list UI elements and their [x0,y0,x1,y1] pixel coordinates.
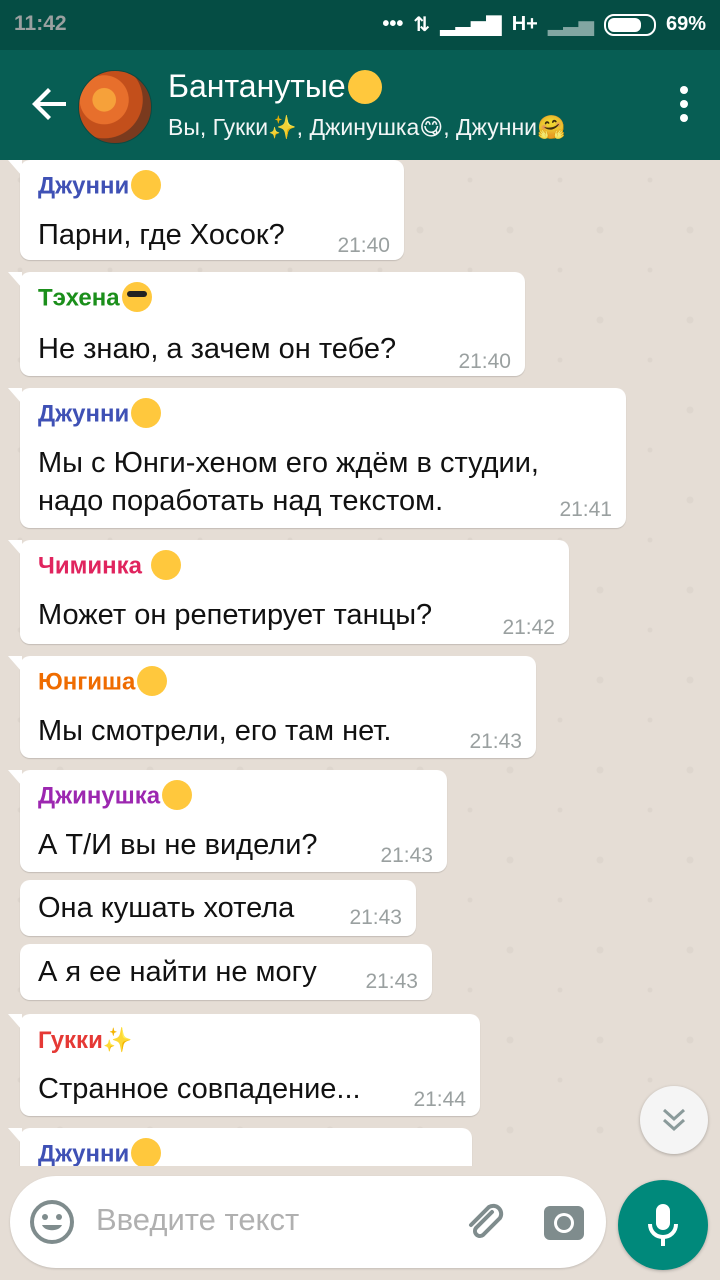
message-sender: Джунни [38,1138,162,1166]
message-text-line-2: надо поработать над текстом. [38,485,444,517]
more-options-icon[interactable] [678,86,690,126]
battery-percent: 69% [665,13,706,35]
scroll-to-bottom-button[interactable] [640,1086,708,1154]
message-bubble[interactable]: Джунни Мы с Юнги-хеном его ждём в студии… [8,388,626,528]
message-text: Странное совпадение... [38,1073,361,1105]
message-text: Не знаю, а зачем он тебе? [38,333,397,365]
signal-2-icon: ▂▃▅ [547,14,594,36]
message-text: Может он репетирует танцы? [38,599,433,631]
voice-message-button[interactable] [618,1180,708,1270]
message-sender: Гукки✨ [38,1027,133,1054]
message-time: 21:40 [337,234,390,257]
smiling-face-icon [150,550,181,580]
message-bubble[interactable]: Джунни [8,1128,472,1166]
heart-eyes-cat-icon [347,69,382,104]
message-sender: Джунни [38,398,162,430]
group-avatar[interactable] [78,70,152,144]
relieved-face-icon [137,666,168,696]
sunglasses-face-icon [121,282,152,312]
message-text-line-1: Мы с Юнги-хеном его ждём в студии, [38,447,539,479]
status-bar: 11:42 ••• ⇅ ▂▃▅▇ H+ ▂▃▅ 69% [0,0,720,50]
microphone-icon [648,1204,678,1246]
message-bubble[interactable]: Джинушка А Т/И вы не видели? 21:43 [8,770,447,872]
signal-icon: ▂▃▅▇ [440,14,502,36]
camera-icon[interactable] [540,1198,588,1246]
message-time: 21:40 [458,350,511,373]
message-input-bar: Введите текст [0,1166,720,1280]
message-text: Мы смотрели, его там нет. [38,715,392,747]
chat-participants[interactable]: Вы, Гукки✨, Джинушка😋, Джунни🤗 [168,114,566,141]
chat-title[interactable]: Бантанутые [168,68,382,106]
battery-fill [607,17,642,32]
dots-icon: ••• [382,13,404,35]
message-time: 21:43 [349,906,402,929]
hugging-face-icon [131,398,162,428]
emoji-icon[interactable] [28,1198,76,1246]
message-text: Она кушать хотела [38,892,295,924]
message-time: 21:41 [559,498,612,521]
message-text: Парни, где Хосок? [38,219,285,251]
message-bubble[interactable]: Она кушать хотела 21:43 [20,880,416,936]
back-arrow-icon[interactable] [26,80,74,128]
message-bubble[interactable]: Гукки✨ Странное совпадение... 21:44 [8,1014,480,1116]
message-sender: Чиминка [38,550,181,582]
hugging-face-icon [131,1138,162,1166]
message-time: 21:44 [413,1088,466,1111]
hugging-face-icon [131,170,162,200]
message-bubble[interactable]: Тэхена Не знаю, а зачем он тебе? 21:40 [8,272,525,376]
message-bubble[interactable]: Юнгиша Мы смотрели, его там нет. 21:43 [8,656,536,758]
message-time: 21:43 [380,844,433,867]
chat-header: Бантанутые Вы, Гукки✨, Джинушка😋, Джунни… [0,50,720,160]
yum-face-icon [162,780,193,810]
message-sender: Юнгиша [38,666,168,698]
attachment-icon[interactable] [460,1198,508,1246]
message-text: А Т/И вы не видели? [38,829,318,861]
battery-icon [603,13,656,36]
message-time: 21:43 [469,730,522,753]
message-sender: Тэхена [38,282,152,314]
message-input-box[interactable]: Введите текст [10,1176,606,1268]
message-list[interactable]: Джунни Парни, где Хосок? 21:40 Тэхена Не… [0,160,720,1166]
message-sender: Джунни [38,170,162,202]
message-text: А я ее найти не могу [38,956,317,988]
message-time: 21:42 [502,616,555,639]
data-arrows-icon: ⇅ [413,14,431,36]
message-time: 21:43 [365,970,418,993]
message-bubble[interactable]: А я ее найти не могу 21:43 [20,944,432,1000]
sparkles-icon: ✨ [102,1027,133,1054]
status-icons: ••• ⇅ ▂▃▅▇ H+ ▂▃▅ 69% [382,12,706,37]
message-bubble[interactable]: Чиминка Может он репетирует танцы? 21:42 [8,540,569,644]
chat-title-text: Бантанутые [168,68,346,104]
message-input[interactable]: Введите текст [96,1202,299,1238]
double-chevron-down-icon [662,1108,686,1132]
message-sender: Джинушка [38,780,193,812]
network-type: H+ [511,13,538,35]
message-bubble[interactable]: Джунни Парни, где Хосок? 21:40 [8,160,404,260]
